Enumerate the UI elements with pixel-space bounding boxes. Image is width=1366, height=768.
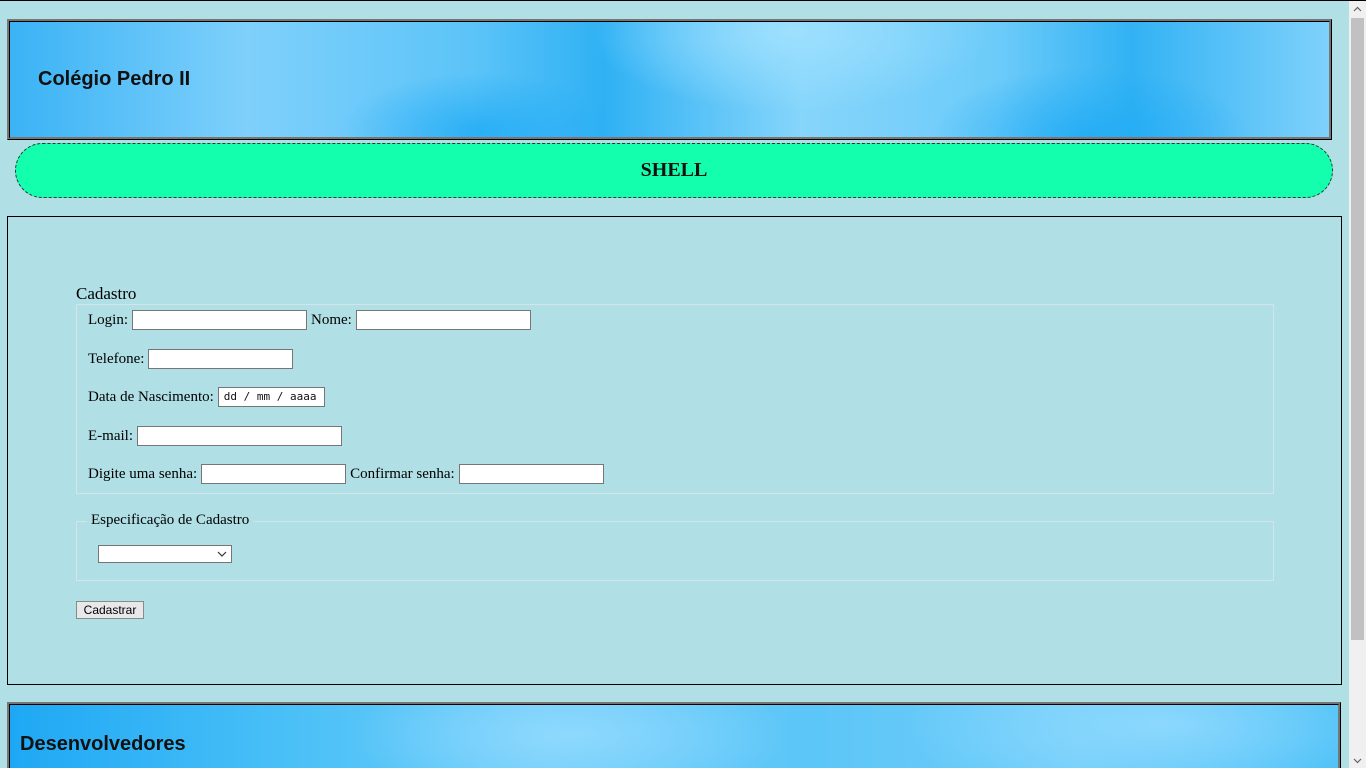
especificacao-legend: Especificação de Cadastro [87, 512, 254, 529]
vertical-scrollbar[interactable] [1349, 1, 1366, 768]
cadastro-legend: Cadastro [76, 284, 137, 303]
email-row: E-mail: [88, 426, 342, 446]
nascimento-row: Data de Nascimento: dd / mm / aaaa [88, 387, 325, 407]
telefone-label: Telefone: [88, 350, 145, 367]
email-input[interactable] [137, 426, 342, 446]
cadastrar-button[interactable]: Cadastrar [76, 601, 144, 619]
footer: Desenvolvedores [7, 702, 1341, 768]
footer-title: Desenvolvedores [20, 733, 186, 755]
login-nome-row: Login: Nome: [88, 310, 531, 330]
scroll-up-icon[interactable] [1349, 1, 1366, 18]
header: Colégio Pedro II [7, 19, 1332, 140]
main-content: Cadastro Login: Nome: Telefone: Data de … [7, 216, 1342, 685]
nascimento-label: Data de Nascimento: [88, 388, 214, 405]
senha-row: Digite uma senha: Confirmar senha: [88, 464, 604, 484]
senha-label: Digite uma senha: [88, 465, 198, 482]
confirmar-senha-label: Confirmar senha: [350, 465, 455, 482]
chevron-down-icon [217, 551, 227, 557]
login-label: Login: [88, 311, 128, 328]
especificacao-fieldset: Especificação de Cadastro [76, 512, 1274, 581]
telefone-row: Telefone: [88, 349, 294, 369]
page: Colégio Pedro II SHELL Cadastro Login: N… [0, 0, 1366, 768]
especificacao-select[interactable] [98, 545, 232, 563]
confirmar-senha-input[interactable] [458, 464, 604, 484]
nascimento-date-input[interactable]: dd / mm / aaaa [217, 387, 325, 407]
nome-input[interactable] [355, 310, 531, 330]
header-title: Colégio Pedro II [38, 68, 191, 90]
scrollbar-thumb[interactable] [1351, 18, 1364, 640]
email-label: E-mail: [88, 427, 133, 444]
scroll-down-icon[interactable] [1349, 752, 1366, 768]
telefone-input[interactable] [148, 349, 294, 369]
senha-input[interactable] [201, 464, 347, 484]
shell-banner: SHELL [15, 143, 1333, 198]
cadastro-fieldset: Login: Nome: Telefone: Data de Nasciment… [76, 304, 1274, 494]
banner-title: SHELL [640, 159, 708, 181]
login-input[interactable] [132, 310, 307, 330]
nome-label: Nome: [311, 311, 352, 328]
